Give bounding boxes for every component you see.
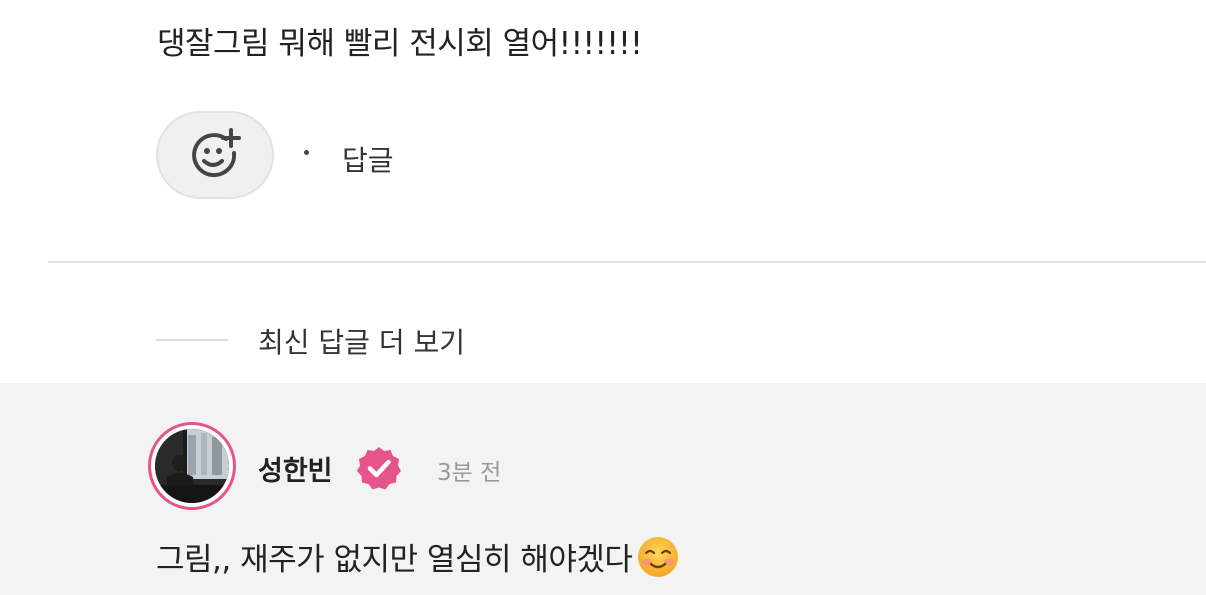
reply-text: 그림,, 재주가 없지만 열심히 해야겠다 [156,542,633,578]
avatar[interactable] [148,422,236,510]
avatar-image [155,429,229,503]
verified-badge-icon [357,447,401,490]
timestamp: 3분 전 [437,460,502,486]
comment-text: 댕잘그림 뭐해 빨리 전시회 열어!!!!!!! [157,26,643,62]
more-replies-button[interactable]: 최신 답글 더 보기 [258,321,465,361]
username[interactable]: 성한빈 [258,449,333,488]
comment-thread: 댕잘그림 뭐해 빨리 전시회 열어!!!!!!! 답글 최신 답글 더 보기 성… [0,0,1206,595]
smiling-face-icon [638,536,679,577]
more-replies-line [156,339,228,341]
separator-dot [304,150,309,155]
smile-plus-icon [192,128,241,178]
comment: 댕잘그림 뭐해 빨리 전시회 열어!!!!!!! 답글 [0,0,1206,262]
divider [48,261,1206,263]
emoji-reaction-button[interactable] [156,111,274,199]
reply: 성한빈 3분 전 그림,, 재주가 없지만 열심히 해야겠다 [0,383,1206,595]
reply-text-row: 그림,, 재주가 없지만 열심히 해야겠다 [156,534,680,579]
reply-button[interactable]: 답글 [342,139,394,179]
